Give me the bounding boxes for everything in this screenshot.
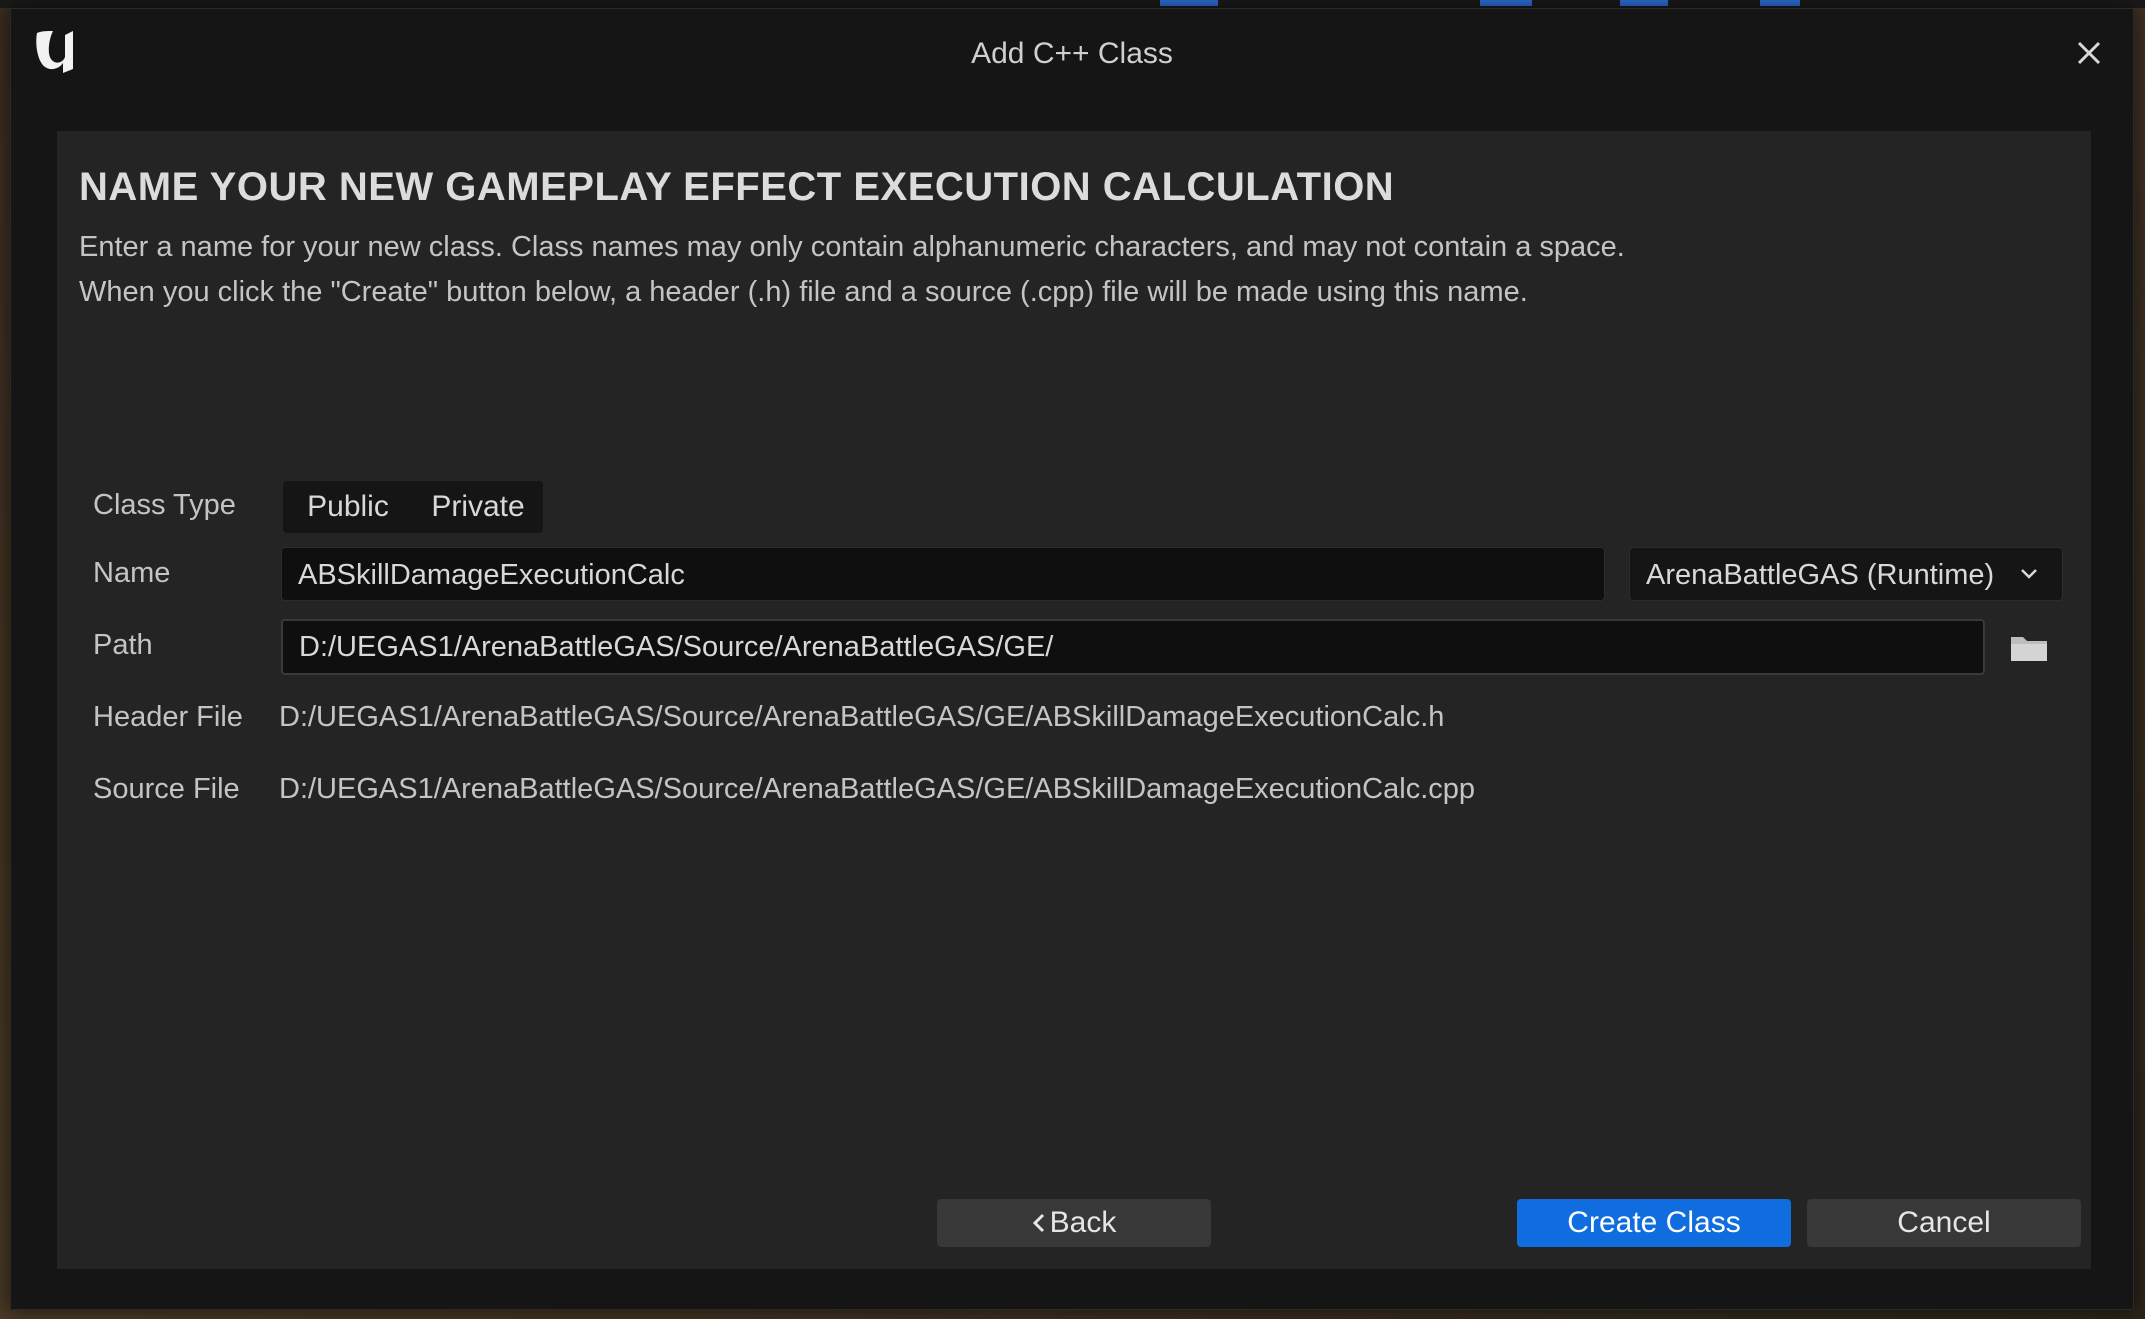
source-file-path: D:/UEGAS1/ArenaBattleGAS/Source/ArenaBat…	[279, 773, 1476, 805]
background-highlight	[1760, 0, 1800, 6]
path-input[interactable]: D:/UEGAS1/ArenaBattleGAS/Source/ArenaBat…	[281, 619, 1985, 675]
folder-icon[interactable]	[2007, 629, 2051, 667]
header-file-path: D:/UEGAS1/ArenaBattleGAS/Source/ArenaBat…	[279, 701, 1445, 733]
class-type-private-option[interactable]: Private	[413, 481, 543, 533]
back-button-label: Back	[1049, 1206, 1117, 1239]
background-highlight	[1620, 0, 1668, 6]
module-dropdown[interactable]: ArenaBattleGAS (Runtime)	[1629, 547, 2063, 601]
chevron-down-icon	[2021, 569, 2037, 579]
background-highlight	[1160, 0, 1218, 6]
cancel-button[interactable]: Cancel	[1807, 1199, 2081, 1247]
dialog-content-panel: NAME YOUR NEW GAMEPLAY EFFECT EXECUTION …	[57, 131, 2091, 1269]
description-line-2: When you click the "Create" button below…	[79, 276, 1528, 308]
path-label: Path	[93, 629, 153, 661]
class-type-toggle-group: Public Private	[283, 481, 543, 533]
name-label: Name	[93, 557, 171, 589]
chevron-left-icon	[1032, 1213, 1044, 1233]
page-heading: NAME YOUR NEW GAMEPLAY EFFECT EXECUTION …	[79, 165, 1395, 209]
module-dropdown-value: ArenaBattleGAS (Runtime)	[1646, 559, 1995, 591]
back-button[interactable]: Back	[937, 1199, 1211, 1247]
class-name-input[interactable]: ABSkillDamageExecutionCalc	[281, 547, 1605, 601]
class-type-public-option[interactable]: Public	[283, 481, 413, 533]
description-line-1: Enter a name for your new class. Class n…	[79, 231, 1625, 263]
header-file-label: Header File	[93, 701, 243, 733]
window-title: Add C++ Class	[971, 37, 1173, 70]
add-cpp-class-dialog: Add C++ Class NAME YOUR NEW GAMEPLAY EFF…	[10, 8, 2134, 1310]
title-bar[interactable]: Add C++ Class	[11, 9, 2133, 101]
class-type-label: Class Type	[93, 489, 236, 521]
create-class-button[interactable]: Create Class	[1517, 1199, 1791, 1247]
close-icon[interactable]	[2067, 31, 2111, 75]
source-file-label: Source File	[93, 773, 240, 805]
background-highlight	[1480, 0, 1532, 6]
background-toolbar-strip	[0, 0, 2145, 8]
